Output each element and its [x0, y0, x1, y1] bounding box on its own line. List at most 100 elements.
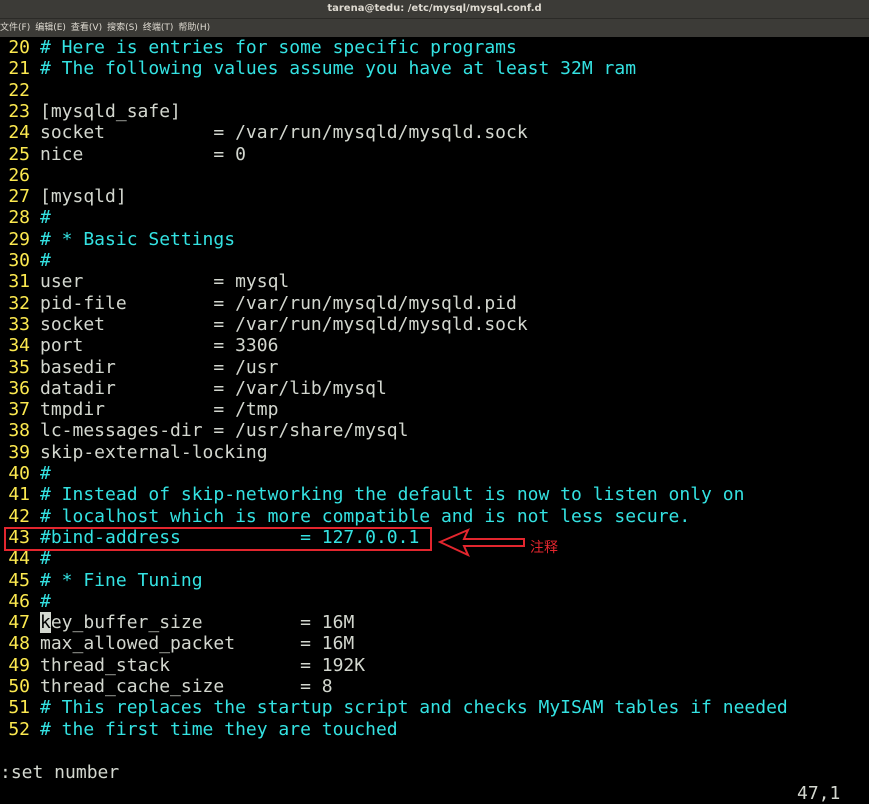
line-number: 20 [8, 37, 30, 58]
line-text: max_allowed_packet = 16M [40, 633, 355, 655]
line-number: 51 [8, 697, 30, 719]
line-number: 52 [8, 718, 30, 740]
editor-line-34[interactable]: 34 port = 3306 [0, 335, 278, 356]
line-number: 38 [8, 420, 30, 442]
editor-line-44[interactable]: 44 # [0, 548, 51, 569]
editor-line-47[interactable]: 47 key_buffer_size = 16M [0, 612, 355, 634]
menu-file[interactable]: 文件(F) [0, 23, 30, 33]
editor-line-51[interactable]: 51 # This replaces the startup script and… [0, 697, 788, 719]
line-text: lc-messages-dir = /usr/share/mysql [40, 420, 409, 442]
line-number: 39 [8, 441, 30, 463]
line-text: socket = /var/run/mysqld/mysqld.sock [40, 122, 528, 144]
line-number: 24 [8, 122, 30, 144]
line-text: key_buffer_size = 16M [40, 612, 355, 634]
annotation-arrow-icon [438, 528, 525, 558]
line-number: 22 [8, 79, 30, 101]
editor-line-40[interactable]: 40 # [0, 463, 51, 484]
line-number: 46 [8, 590, 30, 612]
line-number: 37 [8, 399, 30, 421]
editor-line-31[interactable]: 31 user = mysql [0, 271, 289, 292]
line-text: # * Basic Settings [40, 228, 236, 250]
editor-line-38[interactable]: 38 lc-messages-dir = /usr/share/mysql [0, 420, 408, 441]
line-text: # This replaces the startup script and c… [40, 697, 788, 719]
editor-line-21[interactable]: 21 # The following values assume you have… [0, 58, 636, 79]
line-number: 45 [8, 569, 30, 591]
line-text: # * Fine Tuning [40, 569, 203, 591]
line-text: # [40, 590, 51, 612]
line-number: 47 [8, 612, 30, 634]
menu-view[interactable]: 查看(V) [71, 23, 102, 33]
line-number: 34 [8, 335, 30, 357]
menu-terminal[interactable]: 终端(T) [143, 23, 174, 33]
line-number: 26 [8, 164, 30, 186]
line-text: [mysqld] [40, 186, 127, 208]
menu-help[interactable]: 帮助(H) [178, 23, 210, 33]
line-text: thread_cache_size = 8 [40, 676, 333, 697]
line-text: # The following values assume you have a… [40, 58, 637, 80]
line-text: # the first time they are touched [40, 718, 398, 740]
line-text: # Here is entries for some specific prog… [40, 37, 517, 58]
line-number: 42 [8, 505, 30, 527]
line-number: 25 [8, 143, 30, 165]
line-text: user = mysql [40, 271, 290, 293]
editor-line-30[interactable]: 30 # [0, 250, 51, 271]
line-text: # [40, 548, 51, 570]
line-number: 40 [8, 463, 30, 484]
line-text: pid-file = /var/run/mysqld/mysqld.pid [40, 292, 517, 314]
annotation-box [4, 527, 432, 551]
line-number: 28 [8, 207, 30, 229]
line-text: # Instead of skip-networking the default… [40, 484, 745, 506]
line-text: socket = /var/run/mysqld/mysqld.sock [40, 313, 528, 335]
editor-line-36[interactable]: 36 datadir = /var/lib/mysql [0, 377, 387, 399]
line-number: 35 [8, 356, 30, 378]
line-number: 50 [8, 676, 30, 697]
editor-line-48[interactable]: 48 max_allowed_packet = 16M [0, 633, 354, 654]
editor-line-39[interactable]: 39 skip-external-locking [0, 441, 268, 463]
menu-edit[interactable]: 编辑(E) [35, 23, 66, 33]
editor-line-23[interactable]: 23 [mysqld_safe] [0, 101, 181, 122]
editor-line-49[interactable]: 49 thread_stack = 192K [0, 655, 365, 676]
editor-line-29[interactable]: 29 # * Basic Settings [0, 229, 235, 250]
line-text: skip-external-locking [40, 441, 268, 463]
editor-line-52[interactable]: 52 # the first time they are touched [0, 718, 398, 740]
line-text: thread_stack = 192K [40, 654, 366, 676]
editor-line-22[interactable]: 22 [0, 80, 40, 101]
window-title: tarena@tedu: /etc/mysql/mysql.conf.d [0, 0, 869, 18]
line-number: 41 [8, 484, 30, 506]
line-text: nice = 0 [40, 143, 246, 165]
editor-line-50[interactable]: 50 thread_cache_size = 8 [0, 676, 333, 697]
editor-line-35[interactable]: 35 basedir = /usr [0, 357, 278, 378]
editor-line-24[interactable]: 24 socket = /var/run/mysqld/mysqld.sock [0, 122, 528, 144]
editor-line-26[interactable]: 26 [0, 165, 40, 186]
line-number: 30 [8, 250, 30, 271]
terminal-editor[interactable]: 20 # Here is entries for some specific pr… [0, 37, 869, 743]
line-number: 27 [8, 186, 30, 208]
line-number: 32 [8, 292, 30, 314]
editor-line-33[interactable]: 33 socket = /var/run/mysqld/mysqld.sock [0, 313, 528, 335]
line-text: datadir = /var/lib/mysql [40, 377, 387, 399]
line-text: basedir = /usr [40, 356, 279, 378]
editor-line-28[interactable]: 28 # [0, 207, 51, 228]
editor-line-45[interactable]: 45 # * Fine Tuning [0, 569, 203, 591]
line-number: 49 [8, 654, 30, 676]
annotation-label: 注释 [530, 540, 558, 556]
line-number: 23 [8, 100, 30, 122]
editor-line-41[interactable]: 41 # Instead of skip-networking the defau… [0, 484, 744, 505]
editor-line-32[interactable]: 32 pid-file = /var/run/mysqld/mysqld.pid [0, 293, 517, 314]
line-text: tmpdir = /tmp [40, 399, 279, 421]
editor-line-27[interactable]: 27 [mysqld] [0, 186, 127, 208]
menu-search[interactable]: 搜索(S) [107, 23, 138, 33]
editor-line-42[interactable]: 42 # localhost which is more compatible a… [0, 506, 690, 527]
line-text: port = 3306 [40, 335, 279, 357]
editor-line-25[interactable]: 25 nice = 0 [0, 144, 246, 165]
line-text: # [40, 250, 51, 271]
line-number: 48 [8, 633, 30, 655]
editor-line-20[interactable]: 20 # Here is entries for some specific pr… [0, 37, 517, 58]
editor-line-37[interactable]: 37 tmpdir = /tmp [0, 399, 278, 420]
editor-line-46[interactable]: 46 # [0, 591, 51, 612]
cursor-position: 47,1 [797, 783, 841, 804]
line-text: [mysqld_safe] [40, 100, 181, 122]
line-number: 29 [8, 228, 30, 250]
command-line[interactable]: :set number [0, 762, 119, 783]
line-text: # localhost which is more compatible and… [40, 505, 691, 527]
